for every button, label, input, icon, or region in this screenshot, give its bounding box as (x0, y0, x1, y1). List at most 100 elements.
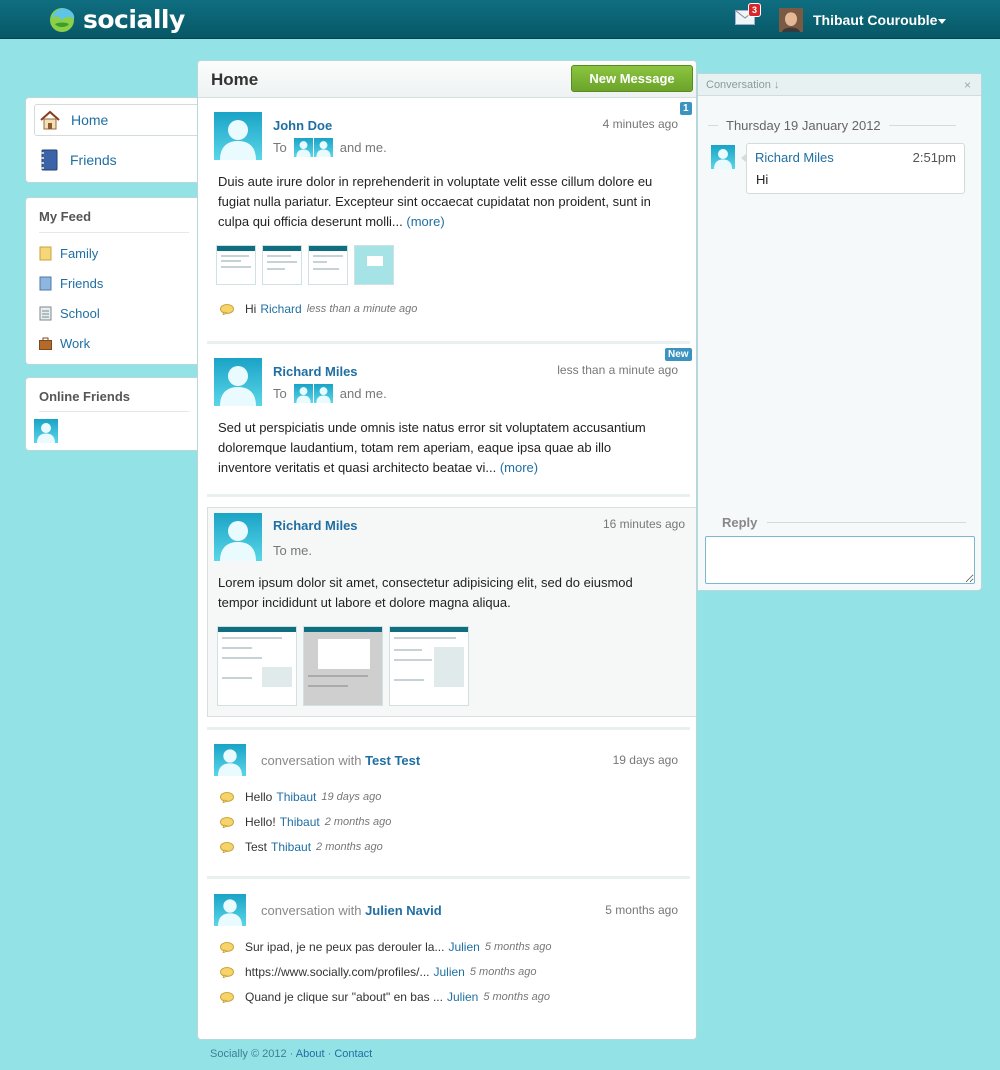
post-timestamp: 4 minutes ago (602, 117, 678, 131)
comment-time: 19 days ago (321, 791, 382, 803)
recipients-line: To me. (273, 543, 313, 558)
conversation-timestamp: 5 months ago (605, 903, 678, 917)
attachment-thumbnail[interactable] (303, 626, 383, 706)
footer-separator: · (327, 1048, 332, 1060)
message-text: Hi (756, 172, 769, 187)
comment-time: less than a minute ago (306, 303, 418, 315)
comment-author-link[interactable]: Thibaut (276, 790, 316, 804)
conversation-date-divider: Thursday 19 January 2012 (708, 118, 956, 133)
conversation-item: conversation with Test Test 19 days ago … (198, 730, 696, 875)
copyright: Socially © 2012 (210, 1048, 287, 1060)
comment-text: Quand je clique sur "about" en bas ... (245, 990, 443, 1004)
comment-text: Hi (245, 302, 257, 316)
comment-bubble-icon (220, 842, 234, 853)
comment-author-link[interactable]: Julien (447, 990, 478, 1004)
brand-name: socially (83, 4, 185, 34)
recipient-avatar[interactable] (314, 384, 333, 403)
attachment-thumbnail[interactable] (308, 245, 348, 285)
post-body: Lorem ipsum dolor sit amet, consectetur … (218, 575, 633, 610)
author-avatar[interactable] (214, 513, 262, 561)
comment-author-link[interactable]: Julien (448, 940, 479, 954)
comment-author-link[interactable]: Richard (260, 302, 301, 316)
recipient-avatar[interactable] (294, 138, 313, 157)
to-suffix: and me. (339, 140, 387, 155)
attachment-thumbnail[interactable] (354, 245, 394, 285)
comment-time: 5 months ago (483, 991, 550, 1003)
main-header: Home New Message (198, 61, 696, 98)
page-title: Home (211, 70, 259, 89)
nav-item-home[interactable]: Home (34, 104, 202, 136)
sender-name-link[interactable]: Richard Miles (755, 150, 834, 165)
close-icon[interactable]: × (964, 78, 971, 92)
conversation-toggle[interactable]: Conversation ↓ (706, 79, 779, 91)
divider (207, 494, 690, 497)
comment-bubble-icon (220, 992, 234, 1003)
message-time: 2:51pm (912, 150, 956, 165)
contact-link[interactable]: Contact (334, 1048, 372, 1060)
to-label: To (273, 386, 287, 401)
attachment-thumbnail[interactable] (216, 245, 256, 285)
main-feed: Home New Message 1 John Doe 4 minutes ag… (197, 60, 697, 1040)
conversation-header: Conversation ↓ × (698, 74, 981, 96)
sender-avatar[interactable] (711, 145, 735, 169)
feed-item-school[interactable]: School (39, 306, 100, 321)
briefcase-icon (39, 337, 52, 350)
divider (39, 411, 189, 412)
reply-label: Reply (722, 515, 758, 530)
reply-input[interactable] (705, 536, 975, 584)
comment-bubble-icon (220, 942, 234, 953)
conversation-item: conversation with Julien Navid 5 months … (198, 880, 696, 1030)
user-name-menu[interactable]: Thibaut Courouble (813, 12, 937, 28)
user-avatar[interactable] (779, 8, 803, 32)
attachment-thumbnail[interactable] (262, 245, 302, 285)
conversation-name-link[interactable]: Julien Navid (365, 903, 442, 918)
author-name-link[interactable]: Richard Miles (273, 518, 358, 533)
comment-text: https://www.socially.com/profiles/... (245, 965, 430, 979)
author-avatar[interactable] (214, 358, 262, 406)
notebook-icon (39, 276, 52, 291)
comment-item: Sur ipad, je ne peux pas derouler la... … (220, 940, 551, 954)
more-link[interactable]: (more) (500, 460, 538, 475)
comment-author-link[interactable]: Thibaut (280, 815, 320, 829)
attachment-thumbnails (217, 626, 475, 706)
recipient-avatar[interactable] (294, 384, 313, 403)
feed-item-label: Work (60, 336, 91, 351)
more-link[interactable]: (more) (406, 214, 444, 229)
recipients-line: To and me. (273, 138, 387, 157)
conversation-heading: conversation with Julien Navid (261, 903, 442, 918)
author-avatar[interactable] (214, 112, 262, 160)
conversation-avatar[interactable] (214, 894, 246, 926)
comment-item: Hello Thibaut 19 days ago (220, 790, 381, 804)
new-badge: New (665, 348, 692, 361)
attachment-thumbnail[interactable] (217, 626, 297, 706)
comment-item: Test Thibaut 2 months ago (220, 840, 383, 854)
socially-logo-icon (50, 8, 75, 32)
reply-divider: Reply (708, 515, 966, 530)
online-friends-panel: Online Friends (25, 377, 199, 451)
post-timestamp: less than a minute ago (557, 363, 678, 377)
conversation-prefix: conversation with (261, 753, 362, 768)
conversation-avatar[interactable] (214, 744, 246, 776)
feed-item-friends[interactable]: Friends (39, 276, 103, 291)
author-name-link[interactable]: Richard Miles (273, 364, 358, 379)
online-friend-avatar[interactable] (34, 419, 58, 443)
unread-count-badge: 1 (680, 102, 692, 115)
my-feed-panel: My Feed Family Friends School Work (25, 197, 199, 365)
comment-bubble-icon (220, 792, 234, 803)
conversation-name-link[interactable]: Test Test (365, 753, 420, 768)
author-name-link[interactable]: John Doe (273, 118, 332, 133)
new-message-button[interactable]: New Message (571, 65, 693, 92)
feed-item-family[interactable]: Family (39, 246, 98, 261)
feed-item-label: Family (60, 246, 99, 261)
comment-author-link[interactable]: Thibaut (271, 840, 311, 854)
comment-author-link[interactable]: Julien (434, 965, 465, 979)
feed-item-work[interactable]: Work (39, 336, 90, 351)
about-link[interactable]: About (296, 1048, 325, 1060)
chevron-down-icon[interactable] (938, 19, 946, 24)
recipient-avatar[interactable] (314, 138, 333, 157)
nav-item-friends[interactable]: Friends (34, 144, 202, 176)
post-item: 1 John Doe 4 minutes ago To and me. Duis… (198, 98, 696, 342)
attachment-thumbnail[interactable] (389, 626, 469, 706)
brand-logo[interactable]: socially (47, 4, 185, 34)
nav-home-label: Home (71, 112, 109, 128)
